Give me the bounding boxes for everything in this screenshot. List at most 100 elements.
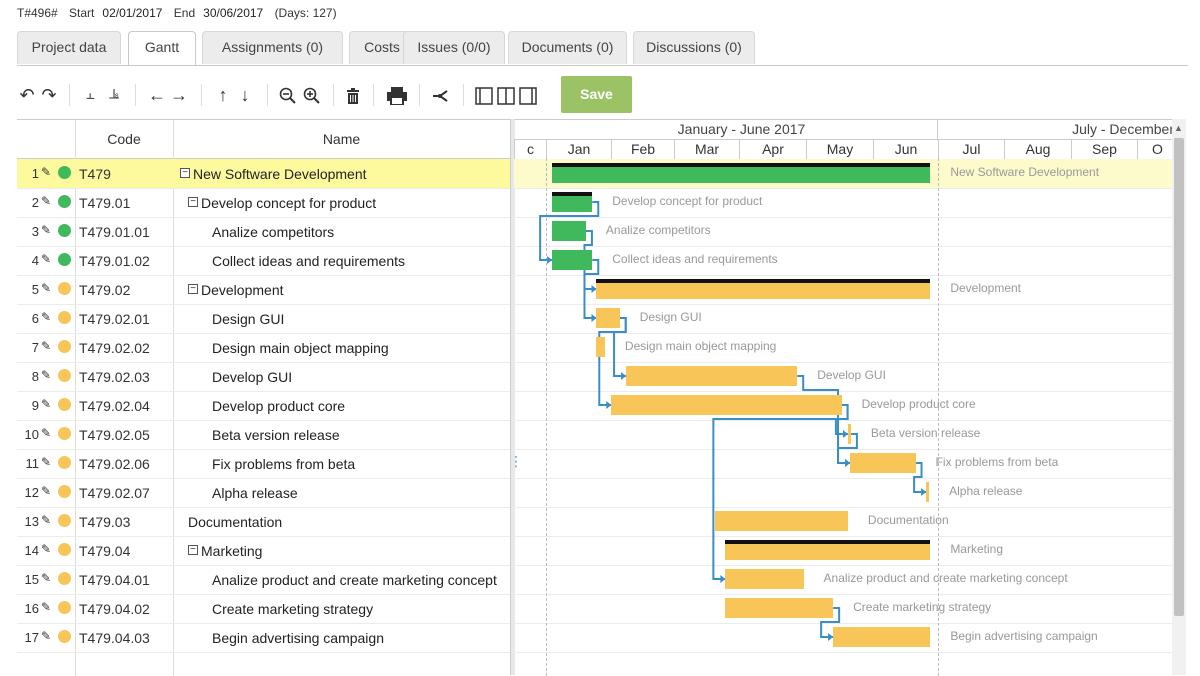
gantt-task-bar[interactable] xyxy=(596,337,605,357)
table-row[interactable]: 1 ✎ T479 − New Software Development xyxy=(17,159,510,189)
edit-icon[interactable]: ✎ xyxy=(41,542,51,556)
edit-icon[interactable]: ✎ xyxy=(41,629,51,643)
save-button[interactable]: Save xyxy=(561,76,632,113)
gantt-row xyxy=(514,478,1174,508)
gantt-task-bar[interactable] xyxy=(596,308,620,328)
table-row[interactable]: 11 ✎ T479.02.06 Fix problems from beta xyxy=(17,449,510,479)
collapse-toggle-icon[interactable]: − xyxy=(188,545,198,555)
edit-icon[interactable]: ✎ xyxy=(41,600,51,614)
scroll-up-icon[interactable]: ▲ xyxy=(1174,123,1183,133)
table-row[interactable]: 5 ✎ T479.02 − Development xyxy=(17,275,510,305)
full-grid-icon[interactable] xyxy=(473,76,495,114)
table-row[interactable]: 4 ✎ T479.01.02 Collect ideas and requiremen… xyxy=(17,246,510,276)
table-row[interactable]: 17 ✎ T479.04.03 Begin advertising campaign xyxy=(17,623,510,653)
gantt-task-bar[interactable] xyxy=(626,366,798,386)
table-row[interactable]: 6 ✎ T479.02.01 Design GUI xyxy=(17,304,510,334)
redo-icon[interactable]: ↷ xyxy=(39,76,59,114)
collapse-toggle-icon[interactable]: − xyxy=(188,197,198,207)
split-view-icon[interactable] xyxy=(495,76,517,114)
edit-icon[interactable]: ✎ xyxy=(41,339,51,353)
gantt-task-bar[interactable] xyxy=(850,453,916,473)
delete-icon[interactable] xyxy=(343,76,363,114)
table-row[interactable]: 9 ✎ T479.02.04 Develop product core xyxy=(17,391,510,421)
task-name[interactable]: Develop concept for product xyxy=(201,195,376,211)
gantt-summary-bar[interactable] xyxy=(552,192,593,212)
print-icon[interactable] xyxy=(385,76,409,114)
table-row[interactable]: 14 ✎ T479.04 − Marketing xyxy=(17,536,510,566)
gantt-task-bar[interactable] xyxy=(611,395,842,415)
table-row[interactable]: 16 ✎ T479.04.02 Create marketing strategy xyxy=(17,594,510,624)
gantt-task-bar[interactable] xyxy=(926,482,930,502)
code-column-header[interactable]: Code xyxy=(75,120,173,158)
table-row[interactable]: 15 ✎ T479.04.01 Analize product and create … xyxy=(17,565,510,595)
table-row[interactable]: 10 ✎ T479.02.05 Beta version release xyxy=(17,420,510,450)
tab-discussions[interactable]: Discussions (0) xyxy=(633,31,755,64)
task-name[interactable]: Create marketing strategy xyxy=(212,601,373,617)
task-name[interactable]: Design GUI xyxy=(212,311,284,327)
undo-icon[interactable]: ↶ xyxy=(17,76,37,114)
scrollbar-thumb[interactable] xyxy=(1174,138,1184,616)
gantt-task-bar[interactable] xyxy=(552,221,586,241)
edit-icon[interactable]: ✎ xyxy=(41,281,51,295)
table-row[interactable]: 7 ✎ T479.02.02 Design main object mapping xyxy=(17,333,510,363)
task-name[interactable]: Begin advertising campaign xyxy=(212,630,384,646)
full-gantt-icon[interactable] xyxy=(517,76,539,114)
gantt-summary-bar[interactable] xyxy=(596,279,931,299)
task-name[interactable]: Design main object mapping xyxy=(212,340,389,356)
task-name[interactable]: Marketing xyxy=(201,543,262,559)
tab-issues[interactable]: Issues (0/0) xyxy=(403,31,505,64)
gantt-task-bar[interactable] xyxy=(714,511,848,531)
gantt-task-bar[interactable] xyxy=(725,569,804,589)
table-row[interactable]: 3 ✎ T479.01.01 Analize competitors xyxy=(17,217,510,247)
tab-documents[interactable]: Documents (0) xyxy=(508,31,627,64)
task-name[interactable]: Fix problems from beta xyxy=(212,456,355,472)
gantt-task-bar[interactable] xyxy=(833,627,931,647)
edit-icon[interactable]: ✎ xyxy=(41,513,51,527)
task-name[interactable]: Analize competitors xyxy=(212,224,334,240)
gantt-task-bar[interactable] xyxy=(725,598,834,618)
collapse-toggle-icon[interactable]: − xyxy=(188,284,198,294)
outdent-icon[interactable]: ⫡ xyxy=(103,76,125,114)
task-name[interactable]: Analize product and create marketing con… xyxy=(212,572,497,588)
gantt-task-bar[interactable] xyxy=(552,250,593,270)
edit-icon[interactable]: ✎ xyxy=(41,397,51,411)
table-row[interactable]: 13 ✎ T479.03 Documentation xyxy=(17,507,510,537)
tab-project-data[interactable]: Project data xyxy=(17,31,121,64)
task-name[interactable]: New Software Development xyxy=(193,166,367,182)
edit-icon[interactable]: ✎ xyxy=(41,455,51,469)
gantt-summary-bar[interactable] xyxy=(552,163,931,183)
edit-icon[interactable]: ✎ xyxy=(41,571,51,585)
move-right-icon[interactable]: → xyxy=(169,76,189,114)
gantt-summary-bar[interactable] xyxy=(725,540,931,560)
move-down-icon[interactable]: ↓ xyxy=(235,76,255,114)
gantt-task-bar[interactable] xyxy=(847,424,851,444)
move-up-icon[interactable]: ↑ xyxy=(213,76,233,114)
edit-icon[interactable]: ✎ xyxy=(41,252,51,266)
task-name[interactable]: Develop GUI xyxy=(212,369,292,385)
edit-icon[interactable]: ✎ xyxy=(41,368,51,382)
move-left-icon[interactable]: ← xyxy=(147,76,167,114)
edit-icon[interactable]: ✎ xyxy=(41,484,51,498)
task-name[interactable]: Collect ideas and requirements xyxy=(212,253,405,269)
task-name[interactable]: Documentation xyxy=(188,514,282,530)
tab-assignments[interactable]: Assignments (0) xyxy=(202,31,343,64)
table-row[interactable]: 2 ✎ T479.01 − Develop concept for product xyxy=(17,188,510,218)
edit-icon[interactable]: ✎ xyxy=(41,194,51,208)
edit-icon[interactable]: ✎ xyxy=(41,310,51,324)
collapse-toggle-icon[interactable]: − xyxy=(180,168,190,178)
task-name[interactable]: Develop product core xyxy=(212,398,345,414)
task-name[interactable]: Alpha release xyxy=(212,485,298,501)
table-row[interactable]: 12 ✎ T479.02.07 Alpha release xyxy=(17,478,510,508)
table-row[interactable]: 8 ✎ T479.02.03 Develop GUI xyxy=(17,362,510,392)
indent-icon[interactable]: ⫠ xyxy=(79,76,101,114)
task-name[interactable]: Development xyxy=(201,282,284,298)
task-name[interactable]: Beta version release xyxy=(212,427,340,443)
zoom-in-icon[interactable] xyxy=(301,76,323,114)
zoom-out-icon[interactable] xyxy=(277,76,299,114)
critical-path-icon[interactable] xyxy=(429,76,451,114)
tab-gantt[interactable]: Gantt xyxy=(128,31,196,65)
edit-icon[interactable]: ✎ xyxy=(41,426,51,440)
edit-icon[interactable]: ✎ xyxy=(41,223,51,237)
name-column-header[interactable]: Name xyxy=(173,120,510,158)
edit-icon[interactable]: ✎ xyxy=(41,165,51,179)
